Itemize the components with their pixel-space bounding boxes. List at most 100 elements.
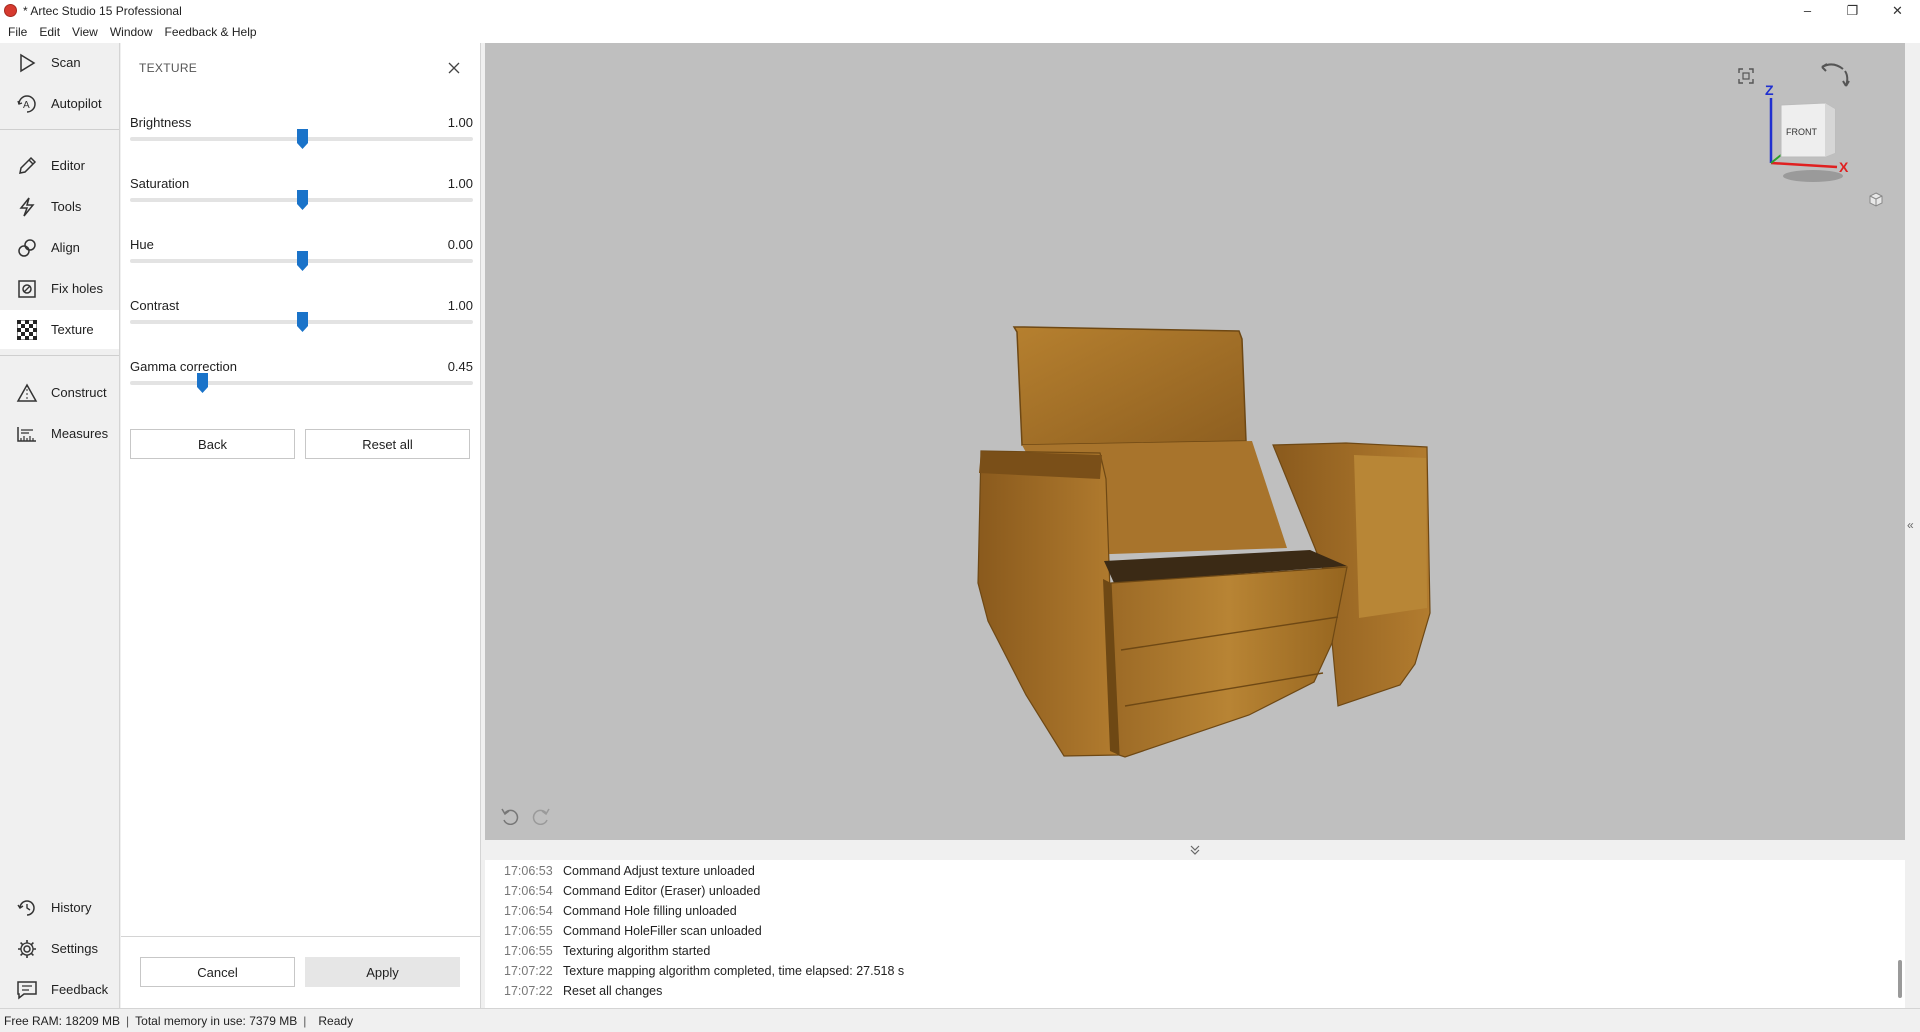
reset-all-button[interactable]: Reset all (305, 429, 470, 459)
slider-label: Hue (130, 237, 154, 252)
nav-label-measures: Measures (51, 426, 109, 441)
redo-icon[interactable] (531, 807, 551, 828)
nav-label-tools: Tools (51, 199, 82, 214)
cancel-button[interactable]: Cancel (140, 957, 295, 987)
nav-item-texture[interactable]: Texture (0, 310, 119, 349)
saturation-slider-thumb[interactable] (296, 190, 308, 210)
log-time: 17:06:55 (504, 944, 553, 958)
minimize-button[interactable]: – (1785, 0, 1830, 21)
panel-footer-divider (121, 936, 481, 937)
total-memory-status: Total memory in use: 7379 MB (135, 1013, 298, 1028)
nav-item-align[interactable]: Align (0, 228, 119, 267)
slider-label: Gamma correction (130, 359, 237, 374)
log-message: Command Editor (Eraser) unloaded (563, 884, 761, 898)
menu-bar: File Edit View Window Feedback & Help (0, 21, 1920, 43)
slider-value: 1.00 (447, 115, 473, 130)
nav-item-tools[interactable]: Tools (0, 187, 119, 226)
log-row: 17:06:55 Command HoleFiller scan unloaded (504, 924, 762, 944)
log-message: Texturing algorithm started (563, 944, 711, 958)
pencil-icon (15, 154, 39, 178)
menu-edit[interactable]: Edit (39, 25, 60, 39)
menu-feedback-help[interactable]: Feedback & Help (165, 25, 257, 39)
undo-icon[interactable] (500, 807, 520, 828)
nav-label-editor: Editor (51, 158, 85, 173)
3d-viewport[interactable]: Z X FRONT (485, 43, 1905, 840)
chat-icon (15, 978, 39, 1002)
log-time: 17:06:54 (504, 884, 553, 898)
slider-value: 0.45 (447, 359, 473, 374)
nav-label-scan: Scan (51, 55, 81, 70)
menu-window[interactable]: Window (110, 25, 153, 39)
nav-item-construct[interactable]: Construct (0, 373, 119, 412)
nav-item-feedback[interactable]: Feedback (0, 970, 119, 1009)
log-row: 17:06:53 Command Adjust texture unloaded (504, 864, 755, 884)
log-message: Reset all changes (563, 984, 663, 998)
nav-label-texture: Texture (51, 322, 94, 337)
log-message: Command HoleFiller scan unloaded (563, 924, 762, 938)
log-time: 17:07:22 (504, 964, 553, 978)
perspective-cube-icon[interactable] (1868, 192, 1884, 211)
left-navigation: Scan A Autopilot Editor Tools Align Fix … (0, 43, 120, 1008)
brightness-slider-thumb[interactable] (296, 129, 308, 149)
maximize-button[interactable]: ❐ (1830, 0, 1875, 21)
axis-x-label: X (1839, 159, 1849, 175)
close-icon (448, 62, 460, 74)
log-splitter[interactable] (485, 840, 1905, 860)
log-row: 17:07:22 Texture mapping algorithm comple… (504, 964, 904, 984)
ruler-icon (15, 422, 39, 446)
nav-label-feedback: Feedback (51, 982, 109, 997)
nav-label-align: Align (51, 240, 80, 255)
log-time: 17:06:55 (504, 924, 553, 938)
nav-item-autopilot[interactable]: A Autopilot (0, 84, 119, 123)
close-window-button[interactable]: ✕ (1875, 0, 1920, 21)
contrast-slider-thumb[interactable] (296, 312, 308, 332)
nav-item-fix-holes[interactable]: Fix holes (0, 269, 119, 308)
nav-item-history[interactable]: History (0, 888, 119, 927)
nav-label-autopilot: Autopilot (51, 96, 102, 111)
nav-item-scan[interactable]: Scan (0, 43, 119, 82)
nav-item-settings[interactable]: Settings (0, 929, 119, 968)
status-separator: | (303, 1013, 307, 1028)
menu-view[interactable]: View (72, 25, 98, 39)
slider-label: Contrast (130, 298, 180, 313)
nav-item-measures[interactable]: Measures (0, 414, 119, 453)
armchair-model (977, 326, 1431, 758)
autopilot-icon: A (15, 92, 39, 116)
fit-view-icon[interactable] (1738, 68, 1754, 87)
cube-face-front: FRONT (1786, 127, 1817, 137)
chevron-down-icon (1190, 845, 1200, 855)
play-icon (15, 51, 39, 75)
texture-panel: TEXTURE Brightness 1.00 Saturation 1.00 … (121, 43, 481, 1008)
view-cube[interactable]: Z X FRONT (1765, 82, 1865, 196)
back-button[interactable]: Back (130, 429, 295, 459)
log-message: Texture mapping algorithm completed, tim… (563, 964, 905, 978)
log-time: 17:06:53 (504, 864, 553, 878)
slider-value: 0.00 (447, 237, 473, 252)
hue-slider-row: Hue 0.00 (130, 237, 473, 287)
close-panel-button[interactable] (445, 59, 463, 77)
title-bar: * Artec Studio 15 Professional – ❐ ✕ (0, 0, 1920, 21)
slider-track[interactable] (130, 381, 473, 385)
log-message: Command Hole filling unloaded (563, 904, 737, 918)
slider-value: 1.00 (447, 298, 473, 313)
contrast-slider-row: Contrast 1.00 (130, 298, 473, 348)
svg-text:A: A (23, 100, 30, 111)
history-icon (15, 896, 39, 920)
slider-label: Brightness (130, 115, 192, 130)
menu-file[interactable]: File (8, 25, 27, 39)
status-separator: | (126, 1013, 130, 1028)
apply-button[interactable]: Apply (305, 957, 460, 987)
nav-item-editor[interactable]: Editor (0, 146, 119, 185)
gamma-slider-row: Gamma correction 0.45 (130, 359, 473, 409)
log-time: 17:07:22 (504, 984, 553, 998)
hue-slider-thumb[interactable] (296, 251, 308, 271)
log-scrollbar[interactable] (1898, 960, 1902, 998)
nav-label-fix-holes: Fix holes (51, 281, 104, 296)
nav-separator (0, 129, 119, 130)
collapse-panel-icon[interactable]: « (1907, 518, 1914, 532)
gamma-slider-thumb[interactable] (197, 373, 209, 393)
log-panel: 17:06:53 Command Adjust texture unloaded … (485, 860, 1905, 1008)
window-controls: – ❐ ✕ (1785, 0, 1920, 21)
window-title: * Artec Studio 15 Professional (23, 3, 182, 18)
artec-logo-icon (4, 4, 17, 17)
